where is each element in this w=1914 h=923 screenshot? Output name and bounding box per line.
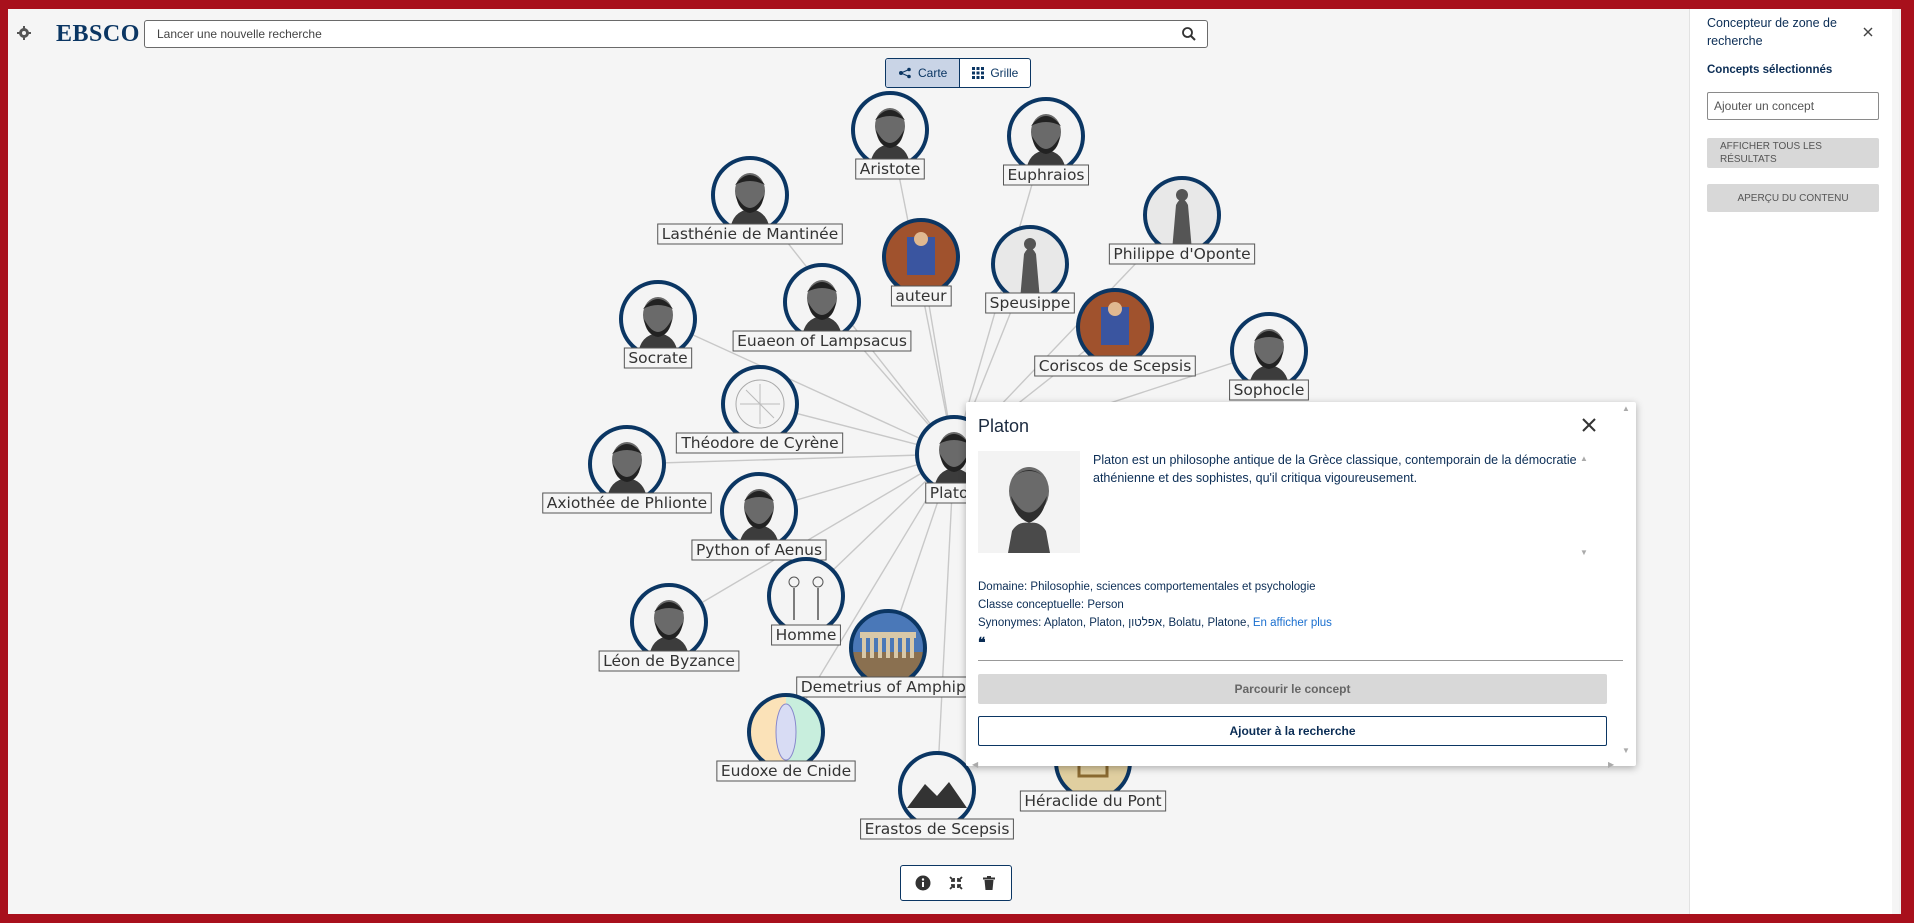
- info-icon: [915, 875, 931, 891]
- diagram-icon: [735, 379, 785, 429]
- node-label: Lasthénie de Mantinée: [662, 225, 839, 243]
- concept-node-theodore-de-cyrene[interactable]: Théodore de Cyrène: [675, 365, 844, 454]
- quote-icon[interactable]: ❝: [978, 634, 986, 651]
- concept-node-euaeon-of-lampsacus[interactable]: Euaeon of Lampsacus: [732, 263, 912, 352]
- desc-scroll-up[interactable]: ▲: [1580, 454, 1588, 463]
- node-label: Euphraios: [1007, 166, 1084, 184]
- platon-portrait: [978, 451, 1080, 553]
- node-label: Eudoxe de Cnide: [721, 762, 851, 780]
- node-label: Héraclide du Pont: [1024, 792, 1161, 810]
- concept-node-sophocle[interactable]: Sophocle: [1229, 312, 1309, 401]
- synonyms-value: Aplaton, Platon, אפלטון, Bolatu, Platone…: [1043, 617, 1253, 629]
- map-edge: [936, 453, 955, 791]
- node-label: Python of Aenus: [696, 541, 822, 559]
- node-label: Axiothée de Phlionte: [547, 494, 707, 512]
- page-scrollbar[interactable]: [1899, 9, 1901, 914]
- content-preview-button[interactable]: APERÇU DU CONTENU: [1707, 184, 1879, 212]
- class-value: Person: [1087, 599, 1124, 611]
- concept-node-auteur[interactable]: auteur: [882, 218, 960, 307]
- domain-value: Philosophie, sciences comportementales e…: [1030, 581, 1316, 593]
- app-window: EBSCO Carte Grille Aristo: [8, 9, 1901, 914]
- node-label: Coriscos de Scepsis: [1039, 357, 1192, 375]
- concept-node-socrate[interactable]: Socrate: [619, 280, 697, 369]
- compress-icon: [949, 876, 963, 890]
- show-all-results-button[interactable]: AFFICHER TOUS LES RÉSULTATS: [1707, 138, 1879, 168]
- add-concept-input[interactable]: [1707, 92, 1879, 120]
- panel-close-icon[interactable]: [1862, 26, 1874, 38]
- concept-popup: Platon Platon est un philosophe antique …: [966, 402, 1636, 769]
- node-label: Aristote: [860, 160, 921, 178]
- node-label: Socrate: [628, 349, 687, 367]
- popup-scroll-right[interactable]: ▶: [1608, 760, 1614, 769]
- node-label: Philippe d'Oponte: [1113, 245, 1250, 263]
- info-button[interactable]: [914, 874, 932, 892]
- map-toolbar: [900, 865, 1012, 901]
- node-label: Erastos de Scepsis: [865, 820, 1010, 838]
- concept-node-aristote[interactable]: Aristote: [851, 91, 929, 180]
- node-label: Homme: [776, 626, 837, 644]
- browse-concept-button[interactable]: Parcourir le concept: [978, 674, 1607, 704]
- popup-synonyms: Synonymes: Aplaton, Platon, אפלטון, Bola…: [978, 617, 1332, 629]
- popup-divider: [978, 660, 1623, 661]
- popup-description: Platon est un philosophe antique de la G…: [1093, 453, 1577, 485]
- concept-node-lasthenie-de-mantinee[interactable]: Lasthénie de Mantinée: [657, 156, 843, 245]
- trash-icon: [982, 876, 995, 890]
- fit-view-button[interactable]: [947, 874, 965, 892]
- popup-scroll-left[interactable]: ◀: [972, 760, 978, 769]
- add-to-search-button[interactable]: Ajouter à la recherche: [978, 716, 1607, 746]
- show-more-link[interactable]: En afficher plus: [1253, 617, 1332, 629]
- synonyms-label: Synonymes:: [978, 617, 1044, 629]
- node-label: Euaeon of Lampsacus: [737, 332, 907, 350]
- concept-node-python-of-aenus[interactable]: Python of Aenus: [691, 472, 827, 561]
- concept-node-speusippe[interactable]: Speusippe: [985, 225, 1075, 314]
- node-label: Théodore de Cyrène: [680, 434, 838, 452]
- node-label: Demetrius of Amphipo: [801, 678, 976, 696]
- concept-node-philippe-d-oponte[interactable]: Philippe d'Oponte: [1108, 176, 1256, 265]
- delete-button[interactable]: [980, 874, 998, 892]
- popup-scroll-down[interactable]: ▼: [1622, 746, 1630, 755]
- map-edge: [626, 453, 955, 465]
- popup-class: Classe conceptuelle: Person: [978, 599, 1124, 611]
- concept-node-euphraios[interactable]: Euphraios: [1002, 97, 1090, 186]
- concept-node-homme[interactable]: Homme: [767, 557, 845, 646]
- search-builder-panel: Concepteur de zone de recherche Concepts…: [1689, 9, 1892, 914]
- close-icon[interactable]: [1580, 416, 1598, 434]
- desc-scroll-down[interactable]: ▼: [1580, 548, 1588, 557]
- popup-scroll-up[interactable]: ▲: [1622, 404, 1630, 413]
- node-label: Léon de Byzance: [603, 652, 735, 670]
- node-label: Speusippe: [990, 294, 1071, 312]
- class-label: Classe conceptuelle:: [978, 599, 1088, 611]
- popup-domain: Domaine: Philosophie, sciences comportem…: [978, 581, 1316, 593]
- domain-label: Domaine:: [978, 581, 1031, 593]
- selected-concepts-heading: Concepts sélectionnés: [1707, 64, 1833, 76]
- concept-node-eudoxe-de-cnide[interactable]: Eudoxe de Cnide: [716, 693, 856, 782]
- node-label: Sophocle: [1234, 381, 1305, 399]
- panel-title: Concepteur de zone de recherche: [1707, 16, 1837, 48]
- popup-title: Platon: [978, 416, 1030, 436]
- concept-node-leon-de-byzance[interactable]: Léon de Byzance: [598, 583, 740, 672]
- node-label: auteur: [895, 287, 947, 305]
